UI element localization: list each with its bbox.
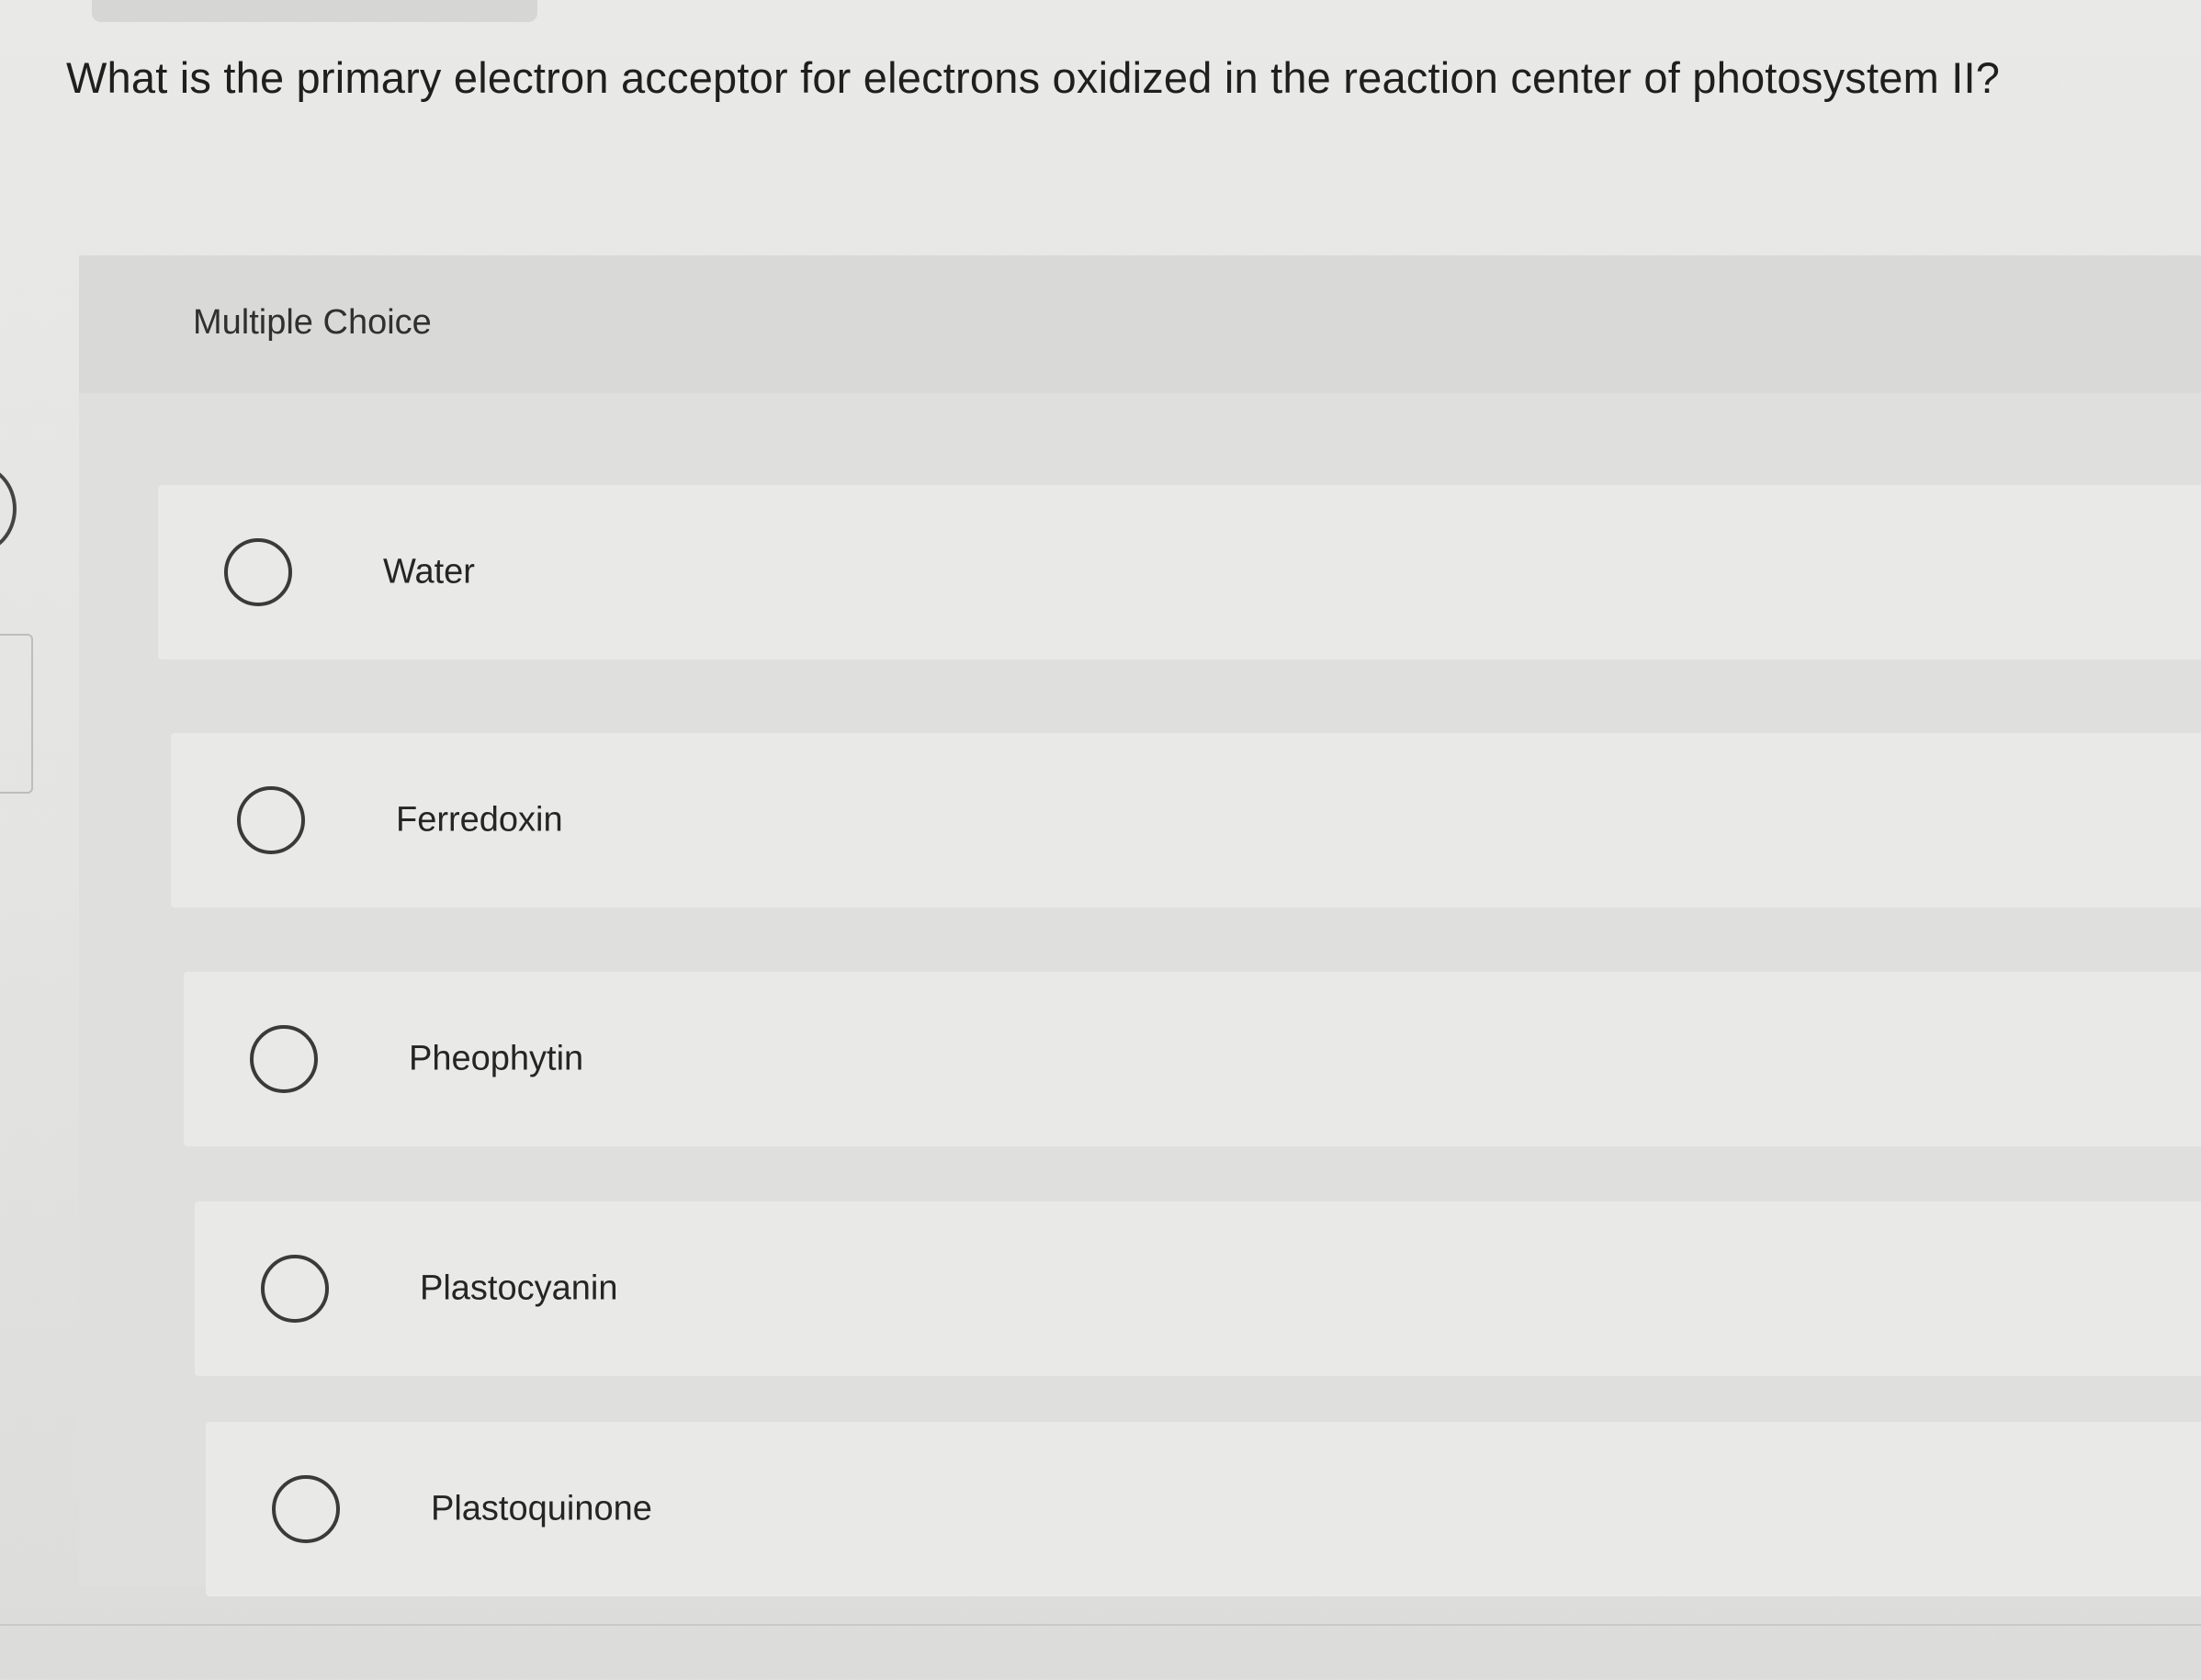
left-edge-bracket bbox=[0, 464, 17, 554]
radio-button[interactable] bbox=[224, 538, 292, 606]
choice-label: Pheophytin bbox=[409, 1039, 584, 1078]
choice-label: Plastocyanin bbox=[420, 1268, 618, 1308]
choice-label: Ferredoxin bbox=[396, 800, 563, 840]
choice-option-plastoquinone[interactable]: Plastoquinone bbox=[206, 1422, 2201, 1596]
choice-option-plastocyanin[interactable]: Plastocyanin bbox=[195, 1201, 2201, 1376]
multiple-choice-card: Multiple Choice Water Ferredoxin Pheophy… bbox=[79, 255, 2201, 1596]
question-text: What is the primary electron acceptor fo… bbox=[66, 53, 2001, 102]
radio-button[interactable] bbox=[261, 1255, 329, 1323]
left-edge-panel bbox=[0, 634, 33, 794]
card-type-label: Multiple Choice bbox=[193, 303, 432, 342]
choice-option-pheophytin[interactable]: Pheophytin bbox=[184, 972, 2201, 1146]
choice-option-water[interactable]: Water bbox=[158, 485, 2201, 660]
top-tab-strip bbox=[92, 0, 537, 22]
card-header: Multiple Choice bbox=[79, 255, 2201, 393]
bottom-divider bbox=[0, 1624, 2201, 1626]
choice-label: Water bbox=[383, 552, 475, 592]
radio-button[interactable] bbox=[250, 1025, 318, 1093]
radio-button[interactable] bbox=[272, 1475, 340, 1543]
radio-button[interactable] bbox=[237, 786, 305, 854]
choice-label: Plastoquinone bbox=[431, 1489, 652, 1528]
choice-option-ferredoxin[interactable]: Ferredoxin bbox=[171, 733, 2201, 908]
